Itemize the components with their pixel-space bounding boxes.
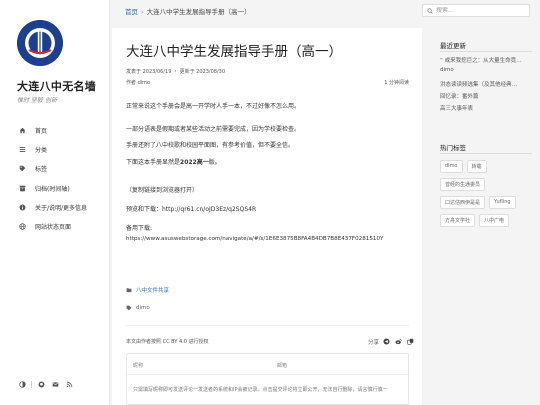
tag-chip[interactable]: 曾经的生通委员 <box>440 178 486 191</box>
tag-cloud: dimo 转载 曾经的生通委员 口达估西伊是是 Yufling 方舟文学社 八中… <box>440 160 538 232</box>
tag-link[interactable]: dimo <box>136 305 150 311</box>
tag-icon <box>17 165 27 173</box>
article-dates: 发表于 2023/06/19 ・ 更新于 2023/08/30 <box>126 69 225 75</box>
tags-row: dimo <box>126 305 150 311</box>
copy-link-icon[interactable] <box>406 337 415 346</box>
list-icon <box>17 145 27 153</box>
backup-download-link[interactable]: https://www.asuswebstorage.com/navigate/… <box>126 236 383 242</box>
article-author: 作者 dimo <box>126 80 151 86</box>
tag-chip[interactable]: dimo <box>440 160 463 173</box>
tag-chip[interactable]: 口达估西伊是是 <box>440 196 486 209</box>
breadcrumb-home-link[interactable]: 首页 <box>125 8 138 16</box>
preview-download-link[interactable]: 预览和下载：http://qr61.cn/oJD3Ez/q2SQS4R <box>126 204 256 213</box>
nickname-field[interactable]: 昵称 <box>133 362 143 369</box>
info-icon <box>17 204 27 212</box>
category-link[interactable]: 八中文件共享 <box>136 286 169 294</box>
sidebar: 大连八中无名墙 惟时 坚毅 创新 首页 分类 标签 归档(时间轴) 关于/说明/… <box>0 0 110 405</box>
paragraph: 一部分语表是假期或者某些活动之前需要完成，因为学校要检查。 <box>126 126 301 133</box>
paragraph: 手册还附了八中校歌和校园平面图，有参考价值，但不要全信。 <box>126 142 295 149</box>
search-icon <box>427 7 433 14</box>
recent-item[interactable]: dimo <box>440 67 538 73</box>
paragraph-text: 版。 <box>208 159 221 166</box>
right-panel: 最近更新 “ 或来我挖巨之：从大量生命竟… dimo 洪态读读频选集（及其他经典… <box>430 28 540 405</box>
recent-item[interactable]: “ 或来我挖巨之：从大量生命竟… <box>440 56 538 64</box>
nav-item-label: 分类 <box>35 146 48 154</box>
nav-item-about[interactable]: 关于/说明/更多信息 <box>17 200 107 216</box>
recent-item[interactable]: 高三大事年表 <box>440 104 538 112</box>
recent-updates-title: 最近更新 <box>440 42 466 50</box>
email-field[interactable]: 邮箱 <box>277 362 287 369</box>
share-bar: 分享 <box>368 337 415 346</box>
nav-item-label: 标签 <box>35 166 48 174</box>
share-telegram-icon[interactable] <box>382 337 391 346</box>
site-title[interactable]: 大连八中无名墙 <box>17 78 96 94</box>
recent-item[interactable]: 洪态读读频选集（及其他经典… <box>440 80 538 88</box>
nav-item-home[interactable]: 首页 <box>17 122 107 138</box>
site-logo[interactable] <box>17 20 63 66</box>
tag-chip[interactable]: 八中广电 <box>479 214 510 227</box>
copy-hint: （复制链接到浏览器打开） <box>126 187 199 194</box>
home-icon <box>17 126 27 134</box>
nav-item-label: 归档(时间轴) <box>35 185 70 193</box>
nav-item-label: 关于/说明/更多信息 <box>35 205 88 213</box>
breadcrumb-current: 大连八中学生发展指导手册（高一） <box>146 8 251 16</box>
share-weibo-icon[interactable] <box>394 337 403 346</box>
folder-icon <box>126 288 132 293</box>
paragraph: 下面这本手册显然是2022高一版。 <box>126 157 221 166</box>
category-row: 八中文件共享 <box>126 286 169 294</box>
trending-tags-title: 热门标签 <box>440 144 466 152</box>
backup-label: 备用下载: <box>126 225 153 232</box>
email-icon[interactable] <box>50 380 60 389</box>
read-time: 1 分钟阅读 <box>384 80 409 86</box>
tag-chip[interactable]: Yufling <box>489 196 516 209</box>
search-box[interactable] <box>422 4 530 17</box>
site-subtitle: 惟时 坚毅 创新 <box>17 97 57 104</box>
paragraph-text: 下面这本手册显然是 <box>126 159 181 166</box>
panel-divider <box>440 153 532 154</box>
nav-item-label: 网站状态页面 <box>35 224 72 232</box>
github-icon[interactable] <box>36 380 46 389</box>
comment-divider <box>127 374 410 375</box>
breadcrumb: 首页 › 大连八中学生发展指导手册（高一） <box>125 6 251 16</box>
breadcrumb-separator: › <box>141 8 144 16</box>
paragraph: 正常来说这个手册会是高一开学时人手一本，不过好像不怎么用。 <box>126 103 301 110</box>
comment-form: 昵称 邮箱 只需填写昵称即可发送评论一发送者的系统和IP会被记录。点击提交评论将… <box>126 353 410 405</box>
panel-divider <box>440 51 532 52</box>
nav-item-label: 首页 <box>35 127 48 135</box>
share-label: 分享 <box>368 339 380 346</box>
footer-divider <box>31 381 32 388</box>
article-title: 大连八中学生发展指导手册（高一） <box>126 44 342 60</box>
recent-item[interactable]: 回忆录：番外篇 <box>440 92 538 100</box>
sidebar-footer-icons <box>17 380 78 389</box>
nav-item-status[interactable]: 网站状态页面 <box>17 219 107 235</box>
sidebar-nav: 首页 分类 标签 归档(时间轴) 关于/说明/更多信息 网站状态页面 <box>17 122 107 238</box>
comment-textarea[interactable]: 只需填写昵称即可发送评论一发送者的系统和IP会被记录。点击提交评论将立即公开，无… <box>133 386 403 395</box>
paragraph-bold: 2022高一 <box>180 159 209 166</box>
article-card: 大连八中学生发展指导手册（高一） 发表于 2023/06/19 ・ 更新于 20… <box>112 28 422 405</box>
topbar: 首页 › 大连八中学生发展指导手册（高一） <box>110 0 540 22</box>
tag-chip[interactable]: 转载 <box>466 160 487 173</box>
search-input[interactable] <box>436 7 526 14</box>
globe-icon <box>17 223 27 231</box>
rss-icon[interactable] <box>64 380 74 389</box>
nav-item-archives[interactable]: 归档(时间轴) <box>17 180 107 196</box>
nav-item-categories[interactable]: 分类 <box>17 141 107 157</box>
tag-chip[interactable]: 方舟文学社 <box>440 214 476 227</box>
theme-toggle-icon[interactable] <box>17 380 27 389</box>
license-text: 本文由作者按照 CC BY 4.0 进行授权 <box>126 339 209 345</box>
article-divider <box>126 325 409 326</box>
nav-item-tags[interactable]: 标签 <box>17 161 107 177</box>
archive-icon <box>17 184 27 192</box>
tag-icon <box>126 305 132 311</box>
